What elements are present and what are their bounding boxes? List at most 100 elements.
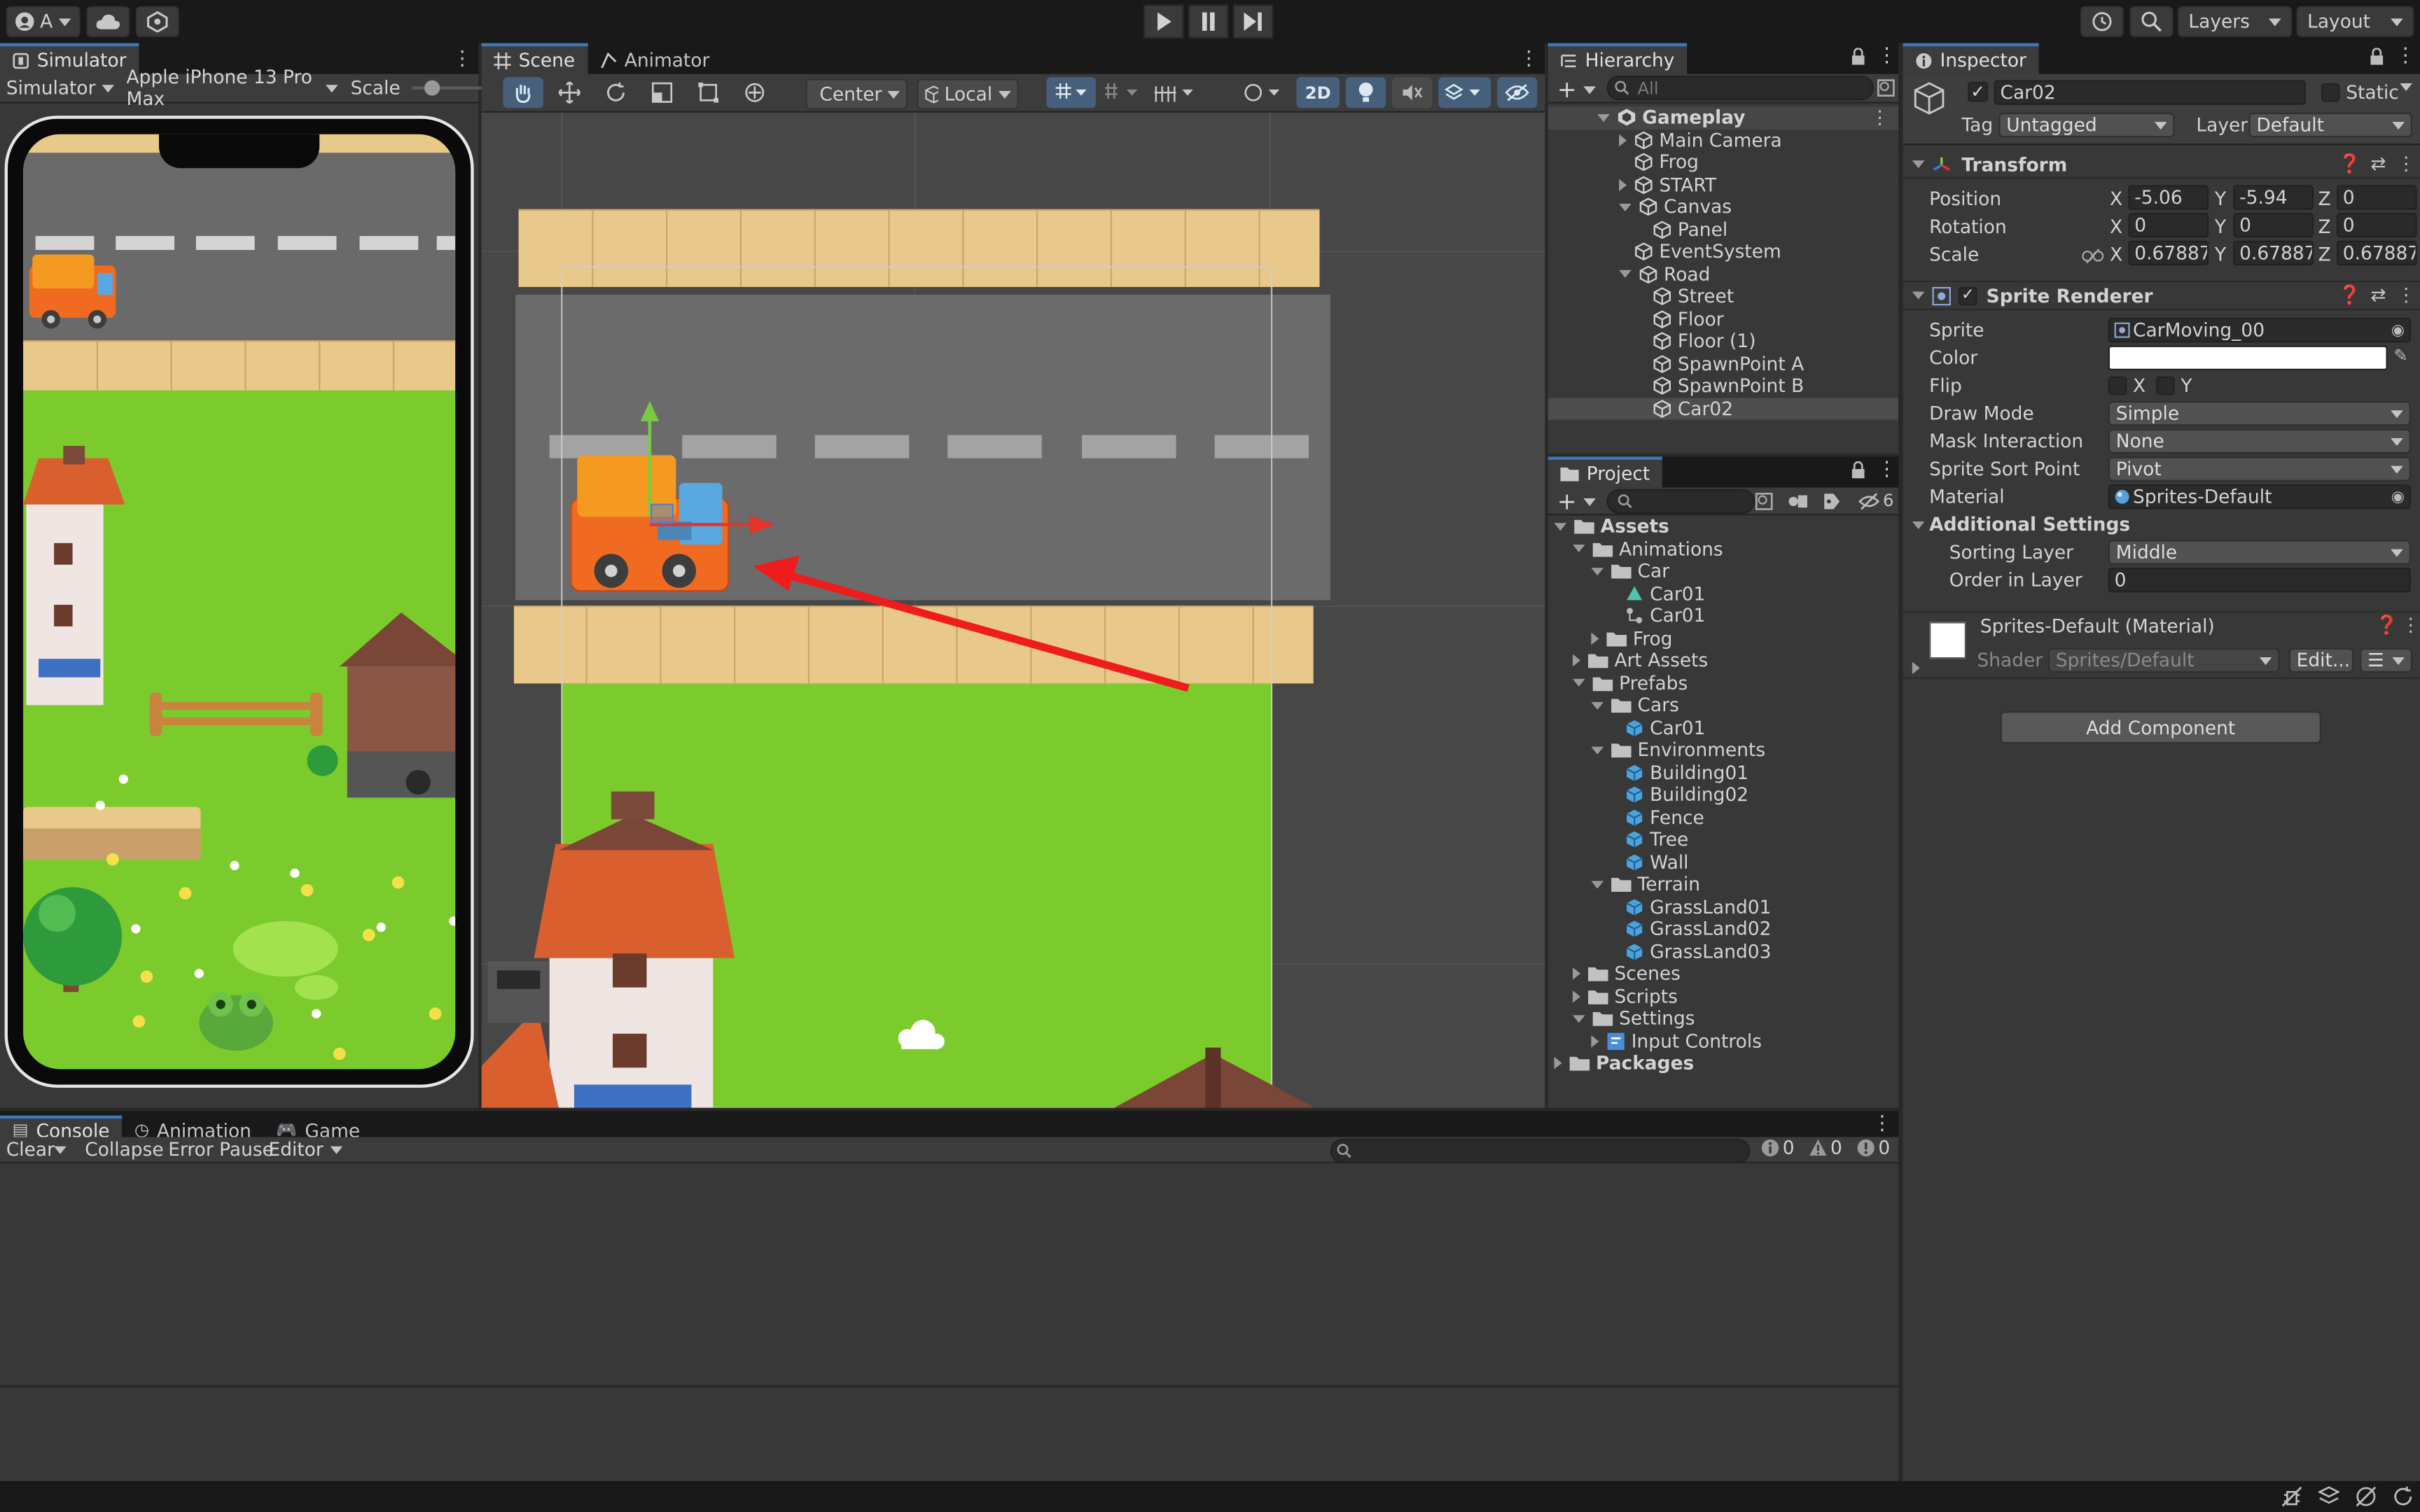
expand-arrow-icon[interactable] bbox=[1572, 679, 1585, 687]
project-item[interactable]: Car01 bbox=[1548, 582, 1898, 605]
history-button[interactable] bbox=[2080, 6, 2124, 37]
project-item[interactable]: Prefabs bbox=[1548, 672, 1898, 694]
add-component-button[interactable]: Add Component bbox=[2000, 711, 2321, 744]
project-item[interactable]: Car01 bbox=[1548, 717, 1898, 739]
hidden-packages-toggle[interactable]: 6 bbox=[1858, 491, 1893, 511]
tab-simulator[interactable]: Simulator bbox=[0, 43, 139, 74]
tab-hierarchy[interactable]: Hierarchy bbox=[1548, 43, 1688, 74]
expand-arrow-icon[interactable] bbox=[1572, 990, 1580, 1003]
collapse-button[interactable]: Collapse bbox=[85, 1139, 163, 1161]
project-item[interactable]: Environments bbox=[1548, 739, 1898, 762]
kebab-menu-icon[interactable]: ⋮ bbox=[1877, 45, 1897, 68]
scale-x-input[interactable]: 0.678873 bbox=[2128, 240, 2209, 266]
sprite-object-field[interactable]: CarMoving_00 ◉ bbox=[2108, 318, 2411, 343]
expand-arrow-icon[interactable] bbox=[1619, 134, 1627, 146]
additional-settings-label[interactable]: Additional Settings bbox=[1929, 514, 2130, 536]
hand-tool-button[interactable] bbox=[503, 77, 543, 108]
account-dropdown[interactable]: A bbox=[6, 6, 81, 37]
kebab-menu-icon[interactable]: ⋮ bbox=[1877, 458, 1897, 482]
layer-dropdown[interactable]: Default bbox=[2248, 112, 2412, 138]
expand-arrow-icon[interactable] bbox=[1619, 270, 1632, 279]
lock-icon[interactable] bbox=[1851, 461, 1866, 479]
tab-animator[interactable]: Animator bbox=[587, 43, 722, 74]
draw-mode-dropdown[interactable]: Simple bbox=[2108, 401, 2411, 426]
increment-snap-toggle[interactable] bbox=[1102, 77, 1142, 108]
position-y-input[interactable]: -5.94 bbox=[2233, 185, 2314, 210]
shader-dropdown[interactable]: Sprites/Default bbox=[2047, 648, 2280, 673]
project-item[interactable]: GrassLand02 bbox=[1548, 918, 1898, 940]
kebab-menu-icon[interactable]: ⋮ bbox=[2395, 45, 2416, 68]
scale-slider[interactable] bbox=[412, 78, 490, 97]
transform-header[interactable]: Transform ❓ ⇄ ⋮ bbox=[1903, 151, 2420, 179]
color-swatch[interactable] bbox=[2108, 345, 2388, 370]
shading-mode-dropdown[interactable] bbox=[1238, 77, 1291, 108]
clear-options-dropdown[interactable] bbox=[46, 1137, 74, 1163]
kebab-menu-icon[interactable]: ⋮ bbox=[2397, 153, 2415, 174]
shader-menu-button[interactable]: ☰ bbox=[2360, 648, 2412, 673]
editor-dropdown[interactable]: Editor bbox=[269, 1139, 342, 1160]
hierarchy-item[interactable]: Panel bbox=[1548, 218, 1898, 241]
expand-arrow-icon[interactable] bbox=[1591, 1035, 1599, 1048]
debug-off-icon[interactable] bbox=[2281, 1486, 2303, 1508]
hierarchy-item[interactable]: Road bbox=[1548, 263, 1898, 286]
project-item[interactable]: Scripts bbox=[1548, 985, 1898, 1007]
object-picker-icon[interactable]: ◉ bbox=[2391, 489, 2405, 505]
project-item[interactable]: Cars bbox=[1548, 694, 1898, 717]
lock-icon[interactable] bbox=[1851, 48, 1866, 66]
project-item[interactable]: Packages bbox=[1548, 1052, 1898, 1074]
console-log-area[interactable] bbox=[0, 1163, 1899, 1386]
help-icon[interactable]: ❓ bbox=[2375, 614, 2398, 636]
project-item[interactable]: Terrain bbox=[1548, 874, 1898, 896]
expand-arrow-icon[interactable] bbox=[1912, 662, 1920, 675]
expand-arrow-icon[interactable] bbox=[1554, 1057, 1562, 1070]
grid-snap-toggle[interactable] bbox=[1046, 77, 1096, 108]
2d-toggle[interactable]: 2D bbox=[1296, 77, 1340, 108]
help-icon[interactable]: ❓ bbox=[2338, 153, 2361, 174]
object-picker-icon[interactable]: ◉ bbox=[2391, 322, 2405, 339]
expand-arrow-icon[interactable] bbox=[1597, 113, 1610, 122]
kebab-menu-icon[interactable]: ⋮ bbox=[452, 48, 473, 71]
error-filter-toggle[interactable]: 0 bbox=[1857, 1137, 1890, 1158]
project-item[interactable]: Animations bbox=[1548, 538, 1898, 560]
project-item[interactable]: Building02 bbox=[1548, 784, 1898, 806]
constrain-proportions-icon[interactable] bbox=[2082, 248, 2104, 264]
rect-tool-button[interactable] bbox=[688, 77, 728, 108]
kebab-menu-icon[interactable]: ⋮ bbox=[1519, 48, 1539, 71]
error-pause-button[interactable]: Error Pause bbox=[168, 1139, 274, 1161]
lock-icon[interactable] bbox=[2369, 48, 2384, 66]
hierarchy-item[interactable]: Frog bbox=[1548, 151, 1898, 174]
static-dropdown-icon[interactable] bbox=[2400, 83, 2412, 92]
scene-visibility-toggle[interactable] bbox=[1496, 77, 1538, 108]
tab-inspector[interactable]: Inspector bbox=[1903, 43, 2039, 74]
pause-button[interactable] bbox=[1188, 4, 1229, 39]
hierarchy-item[interactable]: Street bbox=[1548, 286, 1898, 308]
active-checkbox[interactable]: ✓ bbox=[1968, 81, 1988, 102]
expand-arrow-icon[interactable] bbox=[1619, 178, 1627, 191]
static-checkbox[interactable] bbox=[2321, 83, 2340, 102]
cloud-button[interactable] bbox=[86, 6, 130, 37]
lighting-toggle[interactable] bbox=[1345, 77, 1386, 108]
sprite-sort-point-dropdown[interactable]: Pivot bbox=[2108, 456, 2411, 482]
project-search-input[interactable] bbox=[1606, 489, 1755, 514]
hierarchy-item[interactable]: Main Camera bbox=[1548, 129, 1898, 151]
mask-interaction-dropdown[interactable]: None bbox=[2108, 428, 2411, 454]
play-button[interactable] bbox=[1143, 4, 1184, 39]
hierarchy-item[interactable]: Floor bbox=[1548, 308, 1898, 330]
object-name-input[interactable]: Car02 bbox=[1994, 80, 2306, 105]
tab-project[interactable]: Project bbox=[1548, 456, 1662, 488]
order-in-layer-input[interactable]: 0 bbox=[2108, 568, 2411, 593]
flip-x-checkbox[interactable] bbox=[2108, 376, 2127, 396]
scene-view[interactable] bbox=[481, 112, 1545, 1108]
hierarchy-item[interactable]: Floor (1) bbox=[1548, 330, 1898, 353]
auto-refresh-icon[interactable] bbox=[2392, 1486, 2414, 1508]
console-detail-area[interactable] bbox=[0, 1387, 1899, 1481]
layout-dropdown[interactable]: Layout bbox=[2296, 6, 2414, 37]
device-dropdown[interactable]: Apple iPhone 13 Pro Max bbox=[127, 66, 338, 109]
project-item[interactable]: Input Controls bbox=[1548, 1030, 1898, 1052]
presets-icon[interactable]: ⇄ bbox=[2370, 284, 2386, 306]
scene-search-icon[interactable] bbox=[1877, 78, 1895, 97]
label-tag-icon[interactable] bbox=[1823, 492, 1841, 510]
rotate-tool-button[interactable] bbox=[596, 77, 636, 108]
rotation-z-input[interactable]: 0 bbox=[2336, 213, 2417, 238]
project-item[interactable]: Frog bbox=[1548, 627, 1898, 650]
